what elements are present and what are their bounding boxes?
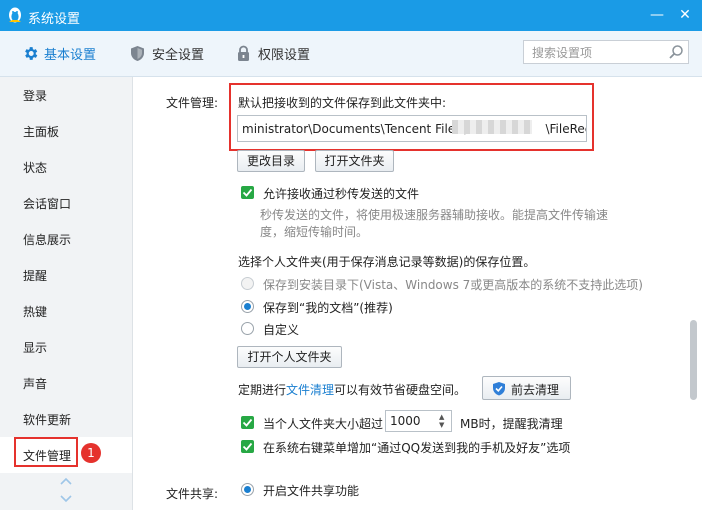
quick-send-note-line1: 秒传发送的文件，将使用极速服务器辅助接收。能提高文件传输速 bbox=[260, 208, 609, 222]
sidebar-item-label: 登录 bbox=[23, 89, 48, 103]
content-scrollbar[interactable] bbox=[690, 320, 697, 400]
personal-folder-description: 选择个人文件夹(用于保存消息记录等数据)的保存位置。 bbox=[238, 255, 536, 269]
title-bar: 系统设置 — ✕ bbox=[0, 0, 702, 31]
shield-icon bbox=[131, 46, 144, 61]
sidebar-item-login[interactable]: 登录 bbox=[0, 77, 132, 113]
sidebar-item-label: 主面板 bbox=[23, 125, 60, 139]
qq-penguin-icon bbox=[9, 7, 21, 23]
sidebar-highlight-box bbox=[14, 437, 78, 467]
quick-send-note-line2: 度，缩短传输时间。 bbox=[260, 225, 369, 239]
context-menu-checkbox[interactable] bbox=[241, 440, 254, 453]
file-cleanup-link[interactable]: 文件清理 bbox=[286, 383, 334, 397]
tab-label: 基本设置 bbox=[44, 48, 97, 63]
radio-custom-label: 自定义 bbox=[263, 323, 300, 337]
close-button[interactable]: ✕ bbox=[672, 4, 698, 26]
tab-basic-settings[interactable]: 基本设置 bbox=[22, 44, 112, 64]
open-folder-button[interactable]: 打开文件夹 bbox=[315, 150, 394, 172]
go-cleanup-button[interactable]: 前去清理 bbox=[482, 376, 571, 400]
save-location-description: 默认把接收到的文件保存到此文件夹中: bbox=[238, 96, 447, 110]
go-cleanup-label: 前去清理 bbox=[511, 383, 560, 397]
chevron-scroll-icon[interactable] bbox=[59, 477, 73, 503]
tab-label: 安全设置 bbox=[152, 48, 205, 63]
sidebar-item-hotkeys[interactable]: 热键 bbox=[0, 293, 132, 329]
receive-path-field[interactable]: ministrator\Documents\Tencent Files\ \Fil… bbox=[237, 115, 587, 142]
tab-permission-settings[interactable]: 权限设置 bbox=[236, 44, 326, 64]
enable-sharing-radio[interactable] bbox=[241, 483, 254, 496]
sidebar-item-label: 提醒 bbox=[23, 269, 48, 283]
sidebar-item-label: 声音 bbox=[23, 377, 48, 391]
size-reminder-checkbox[interactable] bbox=[241, 416, 254, 429]
tab-label: 权限设置 bbox=[258, 48, 311, 63]
sidebar-item-label: 热键 bbox=[23, 305, 48, 319]
size-limit-value: 1000 bbox=[390, 414, 421, 428]
sidebar-item-display[interactable]: 显示 bbox=[0, 329, 132, 365]
step-badge: 1 bbox=[81, 443, 101, 463]
sidebar-item-sound[interactable]: 声音 bbox=[0, 365, 132, 401]
sidebar-item-main-panel[interactable]: 主面板 bbox=[0, 113, 132, 149]
search-box[interactable] bbox=[523, 40, 689, 64]
sidebar-item-label: 会话窗口 bbox=[23, 197, 72, 211]
change-directory-button[interactable]: 更改目录 bbox=[237, 150, 305, 172]
sidebar-item-label: 显示 bbox=[23, 341, 48, 355]
lock-icon bbox=[238, 45, 249, 61]
radio-install-dir-label: 保存到安装目录下(Vista、Windows 7或更高版本的系统不支持此选项) bbox=[263, 278, 643, 292]
allow-quick-send-label: 允许接收通过秒传发送的文件 bbox=[263, 187, 420, 201]
size-limit-stepper[interactable]: 1000 ▲ ▼ bbox=[385, 410, 452, 432]
receive-path-text: ministrator\Documents\Tencent Files\ \Fil… bbox=[242, 122, 586, 136]
size-reminder-suffix: MB时，提醒我清理 bbox=[460, 417, 563, 431]
search-icon[interactable] bbox=[668, 44, 684, 60]
sidebar-item-info-display[interactable]: 信息展示 bbox=[0, 221, 132, 257]
checkmark-icon bbox=[242, 442, 253, 451]
tab-security-settings[interactable]: 安全设置 bbox=[130, 44, 220, 64]
redacted-username bbox=[452, 120, 532, 134]
radio-my-documents-label: 保存到“我的文档”(推荐) bbox=[263, 301, 393, 315]
sidebar-item-status[interactable]: 状态 bbox=[0, 149, 132, 185]
file-management-label: 文件管理: bbox=[166, 96, 219, 110]
enable-sharing-label: 开启文件共享功能 bbox=[263, 484, 360, 498]
search-input[interactable] bbox=[530, 44, 664, 62]
sidebar-item-software-update[interactable]: 软件更新 bbox=[0, 401, 132, 437]
open-personal-folder-button[interactable]: 打开个人文件夹 bbox=[237, 346, 342, 368]
file-sharing-label: 文件共享: bbox=[166, 487, 219, 501]
sidebar-item-label: 状态 bbox=[23, 161, 48, 175]
sidebar-item-reminders[interactable]: 提醒 bbox=[0, 257, 132, 293]
checkmark-icon bbox=[242, 418, 253, 427]
stepper-arrows-icon[interactable]: ▲ ▼ bbox=[439, 413, 449, 429]
sidebar-item-chat-window[interactable]: 会话窗口 bbox=[0, 185, 132, 221]
radio-install-dir[interactable] bbox=[241, 277, 254, 290]
checkmark-icon bbox=[242, 188, 253, 197]
window-title: 系统设置 bbox=[28, 12, 81, 27]
gear-icon bbox=[25, 47, 38, 60]
allow-quick-send-checkbox[interactable] bbox=[241, 186, 254, 199]
minimize-button[interactable]: — bbox=[644, 4, 670, 26]
context-menu-label: 在系统右键菜单增加“通过QQ发送到我的手机及好友”选项 bbox=[263, 441, 571, 455]
radio-custom[interactable] bbox=[241, 322, 254, 335]
cleanup-hint: 定期进行文件清理可以有效节省硬盘空间。 bbox=[238, 383, 467, 397]
shield-icon bbox=[493, 382, 505, 396]
radio-my-documents[interactable] bbox=[241, 300, 254, 313]
size-reminder-prefix: 当个人文件夹大小超过 bbox=[263, 417, 384, 431]
sidebar-item-label: 软件更新 bbox=[23, 413, 72, 427]
sidebar-item-label: 信息展示 bbox=[23, 233, 72, 247]
